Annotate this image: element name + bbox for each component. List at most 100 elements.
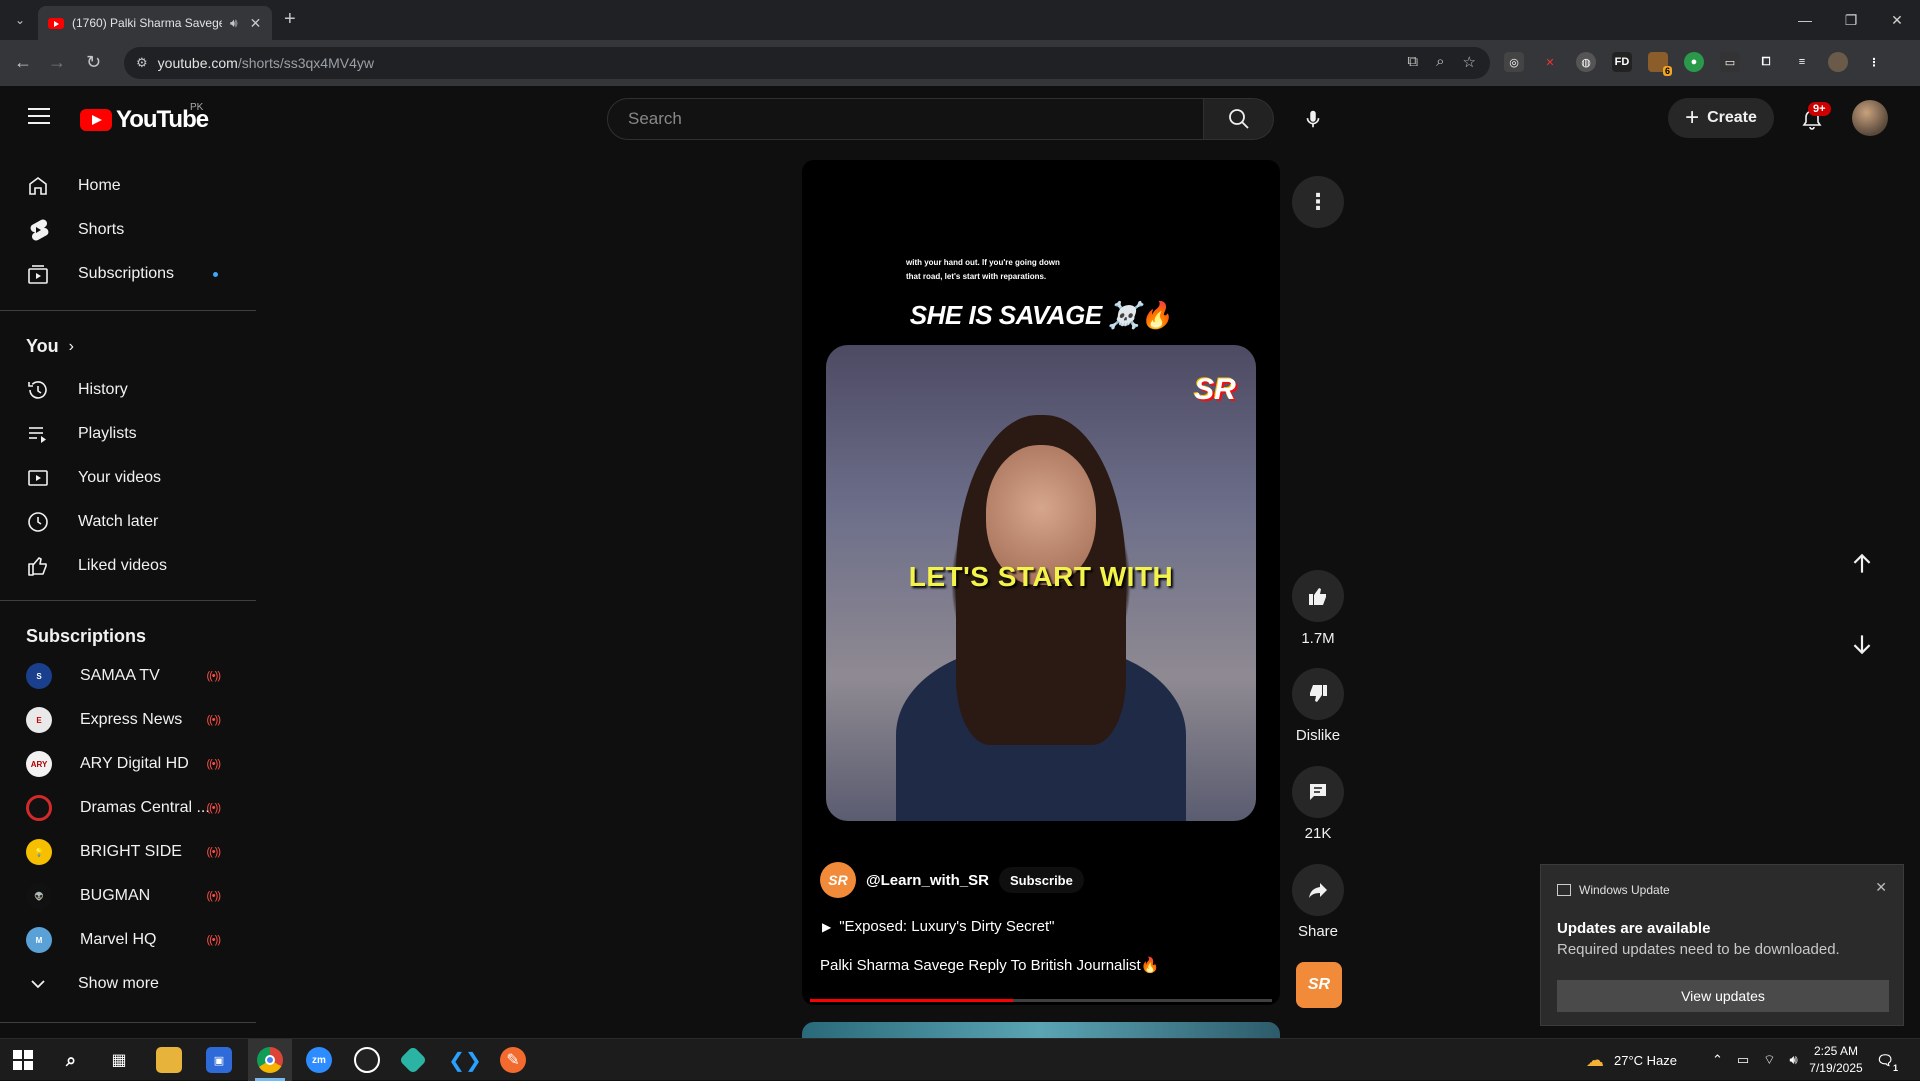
file-explorer-icon[interactable] (156, 1047, 182, 1073)
sidebar-channel[interactable]: 👽 BUGMAN ((•)) (12, 876, 244, 916)
extension-badge-icon[interactable]: 6 (1648, 52, 1672, 76)
sidebar-channel[interactable]: S SAMAA TV ((•)) (12, 656, 244, 696)
back-icon[interactable]: ← (14, 52, 32, 73)
short-headline: SHE IS SAVAGE ☠️🔥 (909, 300, 1173, 330)
weather-widget[interactable]: ☁ 27°C Haze (1586, 1039, 1677, 1081)
browser-tab-active[interactable]: (1760) Palki Sharma Savege 🔊︎ ✕ (38, 6, 272, 40)
sidebar-item-shorts[interactable]: Shorts (12, 210, 244, 250)
extension-globe-icon[interactable]: ◍ (1576, 52, 1596, 72)
tab-search-chevron-icon[interactable]: ⌄ (8, 8, 32, 32)
shorts-player[interactable]: with your hand out. If you're going down… (802, 160, 1280, 1005)
share-arrow-icon (1309, 883, 1327, 898)
share-button[interactable] (1292, 864, 1344, 916)
reload-icon[interactable]: ↻ (86, 52, 101, 73)
media-queue-icon[interactable]: ≡ (1792, 52, 1812, 72)
show-more-button[interactable]: Show more (12, 964, 244, 1004)
vscode-icon[interactable]: ❮❯ (448, 1047, 482, 1073)
subscriptions-heading: Subscriptions (26, 626, 147, 646)
app-diamond-icon[interactable] (398, 1045, 428, 1075)
comments-button[interactable] (1292, 766, 1344, 818)
forward-icon[interactable]: → (48, 52, 66, 73)
tab-audio-icon[interactable]: 🔊︎ (230, 16, 238, 31)
extension-x-icon[interactable]: ✕ (1540, 52, 1560, 72)
chrome-icon[interactable] (257, 1047, 283, 1073)
extension-fd-icon[interactable]: FD (1612, 52, 1632, 72)
view-updates-button[interactable]: View updates (1557, 980, 1889, 1012)
hamburger-menu-icon[interactable] (28, 108, 50, 124)
search-input[interactable] (626, 108, 1203, 130)
next-short-preview[interactable] (802, 1022, 1280, 1038)
zoom-icon[interactable]: ⌕ (1436, 53, 1444, 71)
sidebar-channel[interactable]: M Marvel HQ ((•)) (12, 920, 244, 960)
sidebar-item-liked-videos[interactable]: Liked videos (12, 546, 244, 586)
address-bar[interactable]: ⚙ youtube.com/shorts/ss3qx4MV4yw ⧉ ⌕ ☆ (124, 47, 1490, 79)
wifi-icon[interactable]: ⌔ (1763, 1052, 1775, 1068)
sidebar-item-history[interactable]: History (12, 370, 244, 410)
battery-icon[interactable]: ▭ (1737, 1052, 1749, 1068)
youtube-logo[interactable]: YouTube (80, 106, 209, 134)
browser-menu-icon[interactable]: ⋮ (1864, 52, 1884, 72)
taskbar-search-icon[interactable]: ⌕ (58, 1047, 84, 1073)
live-broadcast-icon: ((•)) (206, 846, 220, 858)
extensions-puzzle-icon[interactable]: ⧠ (1756, 52, 1776, 72)
live-broadcast-icon: ((•)) (206, 758, 220, 770)
sidebar-channel[interactable]: Dramas Central ... ((•)) (12, 788, 244, 828)
sidebar-item-playlists[interactable]: Playlists (12, 414, 244, 454)
sidebar-channel[interactable]: 💡 BRIGHT SIDE ((•)) (12, 832, 244, 872)
sidebar-item-home[interactable]: Home (12, 166, 244, 206)
audio-source-thumbnail[interactable]: SR (1296, 962, 1342, 1008)
channel-avatar: 👽 (26, 883, 52, 909)
short-description[interactable]: ▶ "Exposed: Luxury's Dirty Secret" (822, 918, 1055, 935)
extension-glasses-icon[interactable]: ◎ (1504, 52, 1524, 72)
previous-short-button[interactable] (1834, 536, 1890, 592)
sidebar-channel[interactable]: ARY ARY Digital HD ((•)) (12, 744, 244, 784)
account-avatar[interactable] (1852, 100, 1888, 136)
more-options-button[interactable]: ⋮ (1292, 176, 1344, 228)
toast-close-icon[interactable]: ✕ (1875, 879, 1887, 896)
sidebar-item-your-videos[interactable]: Your videos (12, 458, 244, 498)
sidebar-channel[interactable]: E Express News ((•)) (12, 700, 244, 740)
sidebar-item-subscriptions[interactable]: Subscriptions (12, 254, 244, 294)
app-circle-icon[interactable] (354, 1047, 380, 1073)
action-center-icon[interactable]: 🗨︎ 1 (1872, 1047, 1898, 1074)
live-broadcast-icon: ((•)) (206, 802, 220, 814)
subscribe-button[interactable]: Subscribe (999, 867, 1084, 893)
volume-icon[interactable]: 🔊︎ (1789, 1052, 1797, 1068)
restore-icon[interactable]: ❐ (1828, 0, 1874, 40)
channel-name[interactable]: @Learn_with_SR (866, 872, 989, 889)
sidebar-item-watch-later[interactable]: Watch later (12, 502, 244, 542)
task-view-icon[interactable]: ▦ (106, 1047, 132, 1073)
channel-logo[interactable]: SR (820, 862, 856, 898)
zoom-app-icon[interactable]: zm (306, 1047, 332, 1073)
tray-chevron-up-icon[interactable]: ⌃ (1712, 1052, 1723, 1068)
create-button[interactable]: + Create (1668, 98, 1774, 138)
postman-icon[interactable]: ✎ (500, 1047, 526, 1073)
channel-avatar: S (26, 663, 52, 689)
install-app-icon[interactable]: ⧉ (1407, 53, 1418, 71)
chevron-right-icon: › (68, 337, 74, 355)
next-short-button[interactable] (1834, 616, 1890, 672)
like-button[interactable] (1292, 570, 1344, 622)
toast-body: Required updates need to be downloaded. (1557, 941, 1840, 958)
you-section-heading[interactable]: You › (26, 336, 74, 357)
search-button[interactable] (1204, 98, 1274, 140)
profile-avatar-icon[interactable] (1828, 52, 1848, 72)
extension-green-icon[interactable]: ● (1684, 52, 1704, 72)
site-info-icon[interactable]: ⚙ (136, 55, 148, 71)
taskbar-clock[interactable]: 2:25 AM 7/19/2025 (1806, 1043, 1866, 1077)
burned-in-subtitle: LET'S START WITH (908, 561, 1174, 592)
extension-cast-icon[interactable]: ▭ (1720, 52, 1740, 72)
bookmark-star-icon[interactable]: ☆ (1463, 53, 1476, 71)
microsoft-store-icon[interactable]: ▣ (206, 1047, 232, 1073)
voice-search-button[interactable] (1292, 98, 1334, 140)
watch-later-icon (28, 512, 48, 532)
windows-start-icon[interactable] (10, 1047, 36, 1073)
tab-close-icon[interactable]: ✕ (250, 15, 262, 32)
new-tab-icon[interactable]: + (284, 8, 296, 31)
playback-progress-bar[interactable] (810, 999, 1272, 1002)
dislike-label: Dislike (1295, 727, 1341, 744)
window-close-icon[interactable]: ✕ (1874, 0, 1920, 40)
dislike-button[interactable] (1292, 668, 1344, 720)
live-broadcast-icon: ((•)) (206, 670, 220, 682)
minimize-icon[interactable]: — (1782, 0, 1828, 40)
